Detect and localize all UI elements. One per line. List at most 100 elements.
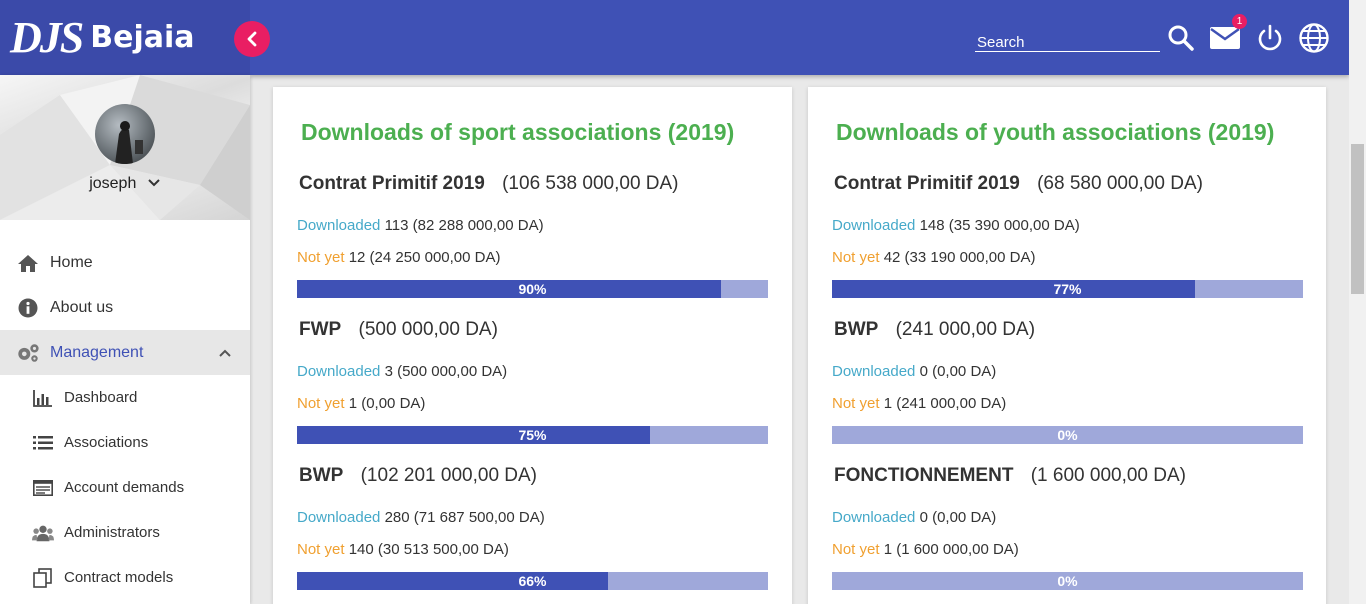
download-section: Contrat Primitif 2019 (106 538 000,00 DA… xyxy=(297,173,768,298)
downloaded-stat: Downloaded 0 (0,00 DA) xyxy=(832,509,996,526)
chevron-down-icon xyxy=(148,179,160,187)
section-amount: (102 201 000,00 DA) xyxy=(360,465,538,486)
downloaded-label: Downloaded xyxy=(297,363,381,380)
not-yet-stat: Not yet 140 (30 513 500,00 DA) xyxy=(297,541,509,558)
not-yet-value: 140 (30 513 500,00 DA) xyxy=(348,541,509,558)
progress-label: 66% xyxy=(518,573,547,589)
power-icon[interactable] xyxy=(1254,22,1286,54)
not-yet-value: 12 (24 250 000,00 DA) xyxy=(348,249,501,266)
sidebar-item-label: Contract models xyxy=(64,569,174,586)
list-icon xyxy=(32,433,54,453)
info-icon xyxy=(16,297,40,319)
not-yet-label: Not yet xyxy=(832,541,880,558)
sidebar-item-label: Management xyxy=(50,343,144,361)
gears-icon xyxy=(16,342,40,364)
scrollbar-thumb[interactable] xyxy=(1351,144,1364,294)
mail-icon[interactable]: 1 xyxy=(1209,14,1247,54)
avatar[interactable] xyxy=(95,104,155,164)
not-yet-label: Not yet xyxy=(832,395,880,412)
sidebar-item-administrators[interactable]: Administrators xyxy=(0,510,250,555)
sidebar-item-label: Dashboard xyxy=(64,389,138,406)
downloaded-value: 3 (500 000,00 DA) xyxy=(384,363,508,380)
sidebar-item-associations[interactable]: Associations xyxy=(0,420,250,465)
sidebar-item-dashboard[interactable]: Dashboard xyxy=(0,375,250,420)
progress-bar: 90% xyxy=(297,280,768,298)
progress-bar: 0% xyxy=(832,572,1303,590)
sidebar: joseph Home About us Management Dashboar… xyxy=(0,75,250,604)
section-name: BWP xyxy=(299,465,344,486)
sidebar-item-label: Associations xyxy=(64,434,149,451)
bar-chart-icon xyxy=(32,388,54,408)
progress-label: 90% xyxy=(518,281,547,297)
card-title: Downloads of youth associations (2019) xyxy=(836,119,1275,145)
sidebar-item-home[interactable]: Home xyxy=(0,240,250,285)
username: joseph xyxy=(89,175,137,192)
top-bar: 1 xyxy=(250,0,1349,75)
sidebar-item-management[interactable]: Management xyxy=(0,330,250,375)
search-icon[interactable] xyxy=(1165,22,1197,54)
sidebar-item-account-demands[interactable]: Account demands xyxy=(0,465,250,510)
chevron-left-icon xyxy=(247,31,257,47)
downloaded-stat: Downloaded 3 (500 000,00 DA) xyxy=(297,363,507,380)
sidebar-item-label: Account demands xyxy=(64,479,185,496)
progress-bar: 75% xyxy=(297,426,768,444)
progress-bar: 0% xyxy=(832,426,1303,444)
sidebar-collapse-button[interactable] xyxy=(234,21,270,57)
downloaded-value: 280 (71 687 500,00 DA) xyxy=(384,509,545,526)
page-scrollbar[interactable] xyxy=(1349,0,1366,604)
username-dropdown[interactable]: joseph xyxy=(0,175,250,193)
not-yet-stat: Not yet 1 (1 600 000,00 DA) xyxy=(832,541,1019,558)
section-name: FONCTIONNEMENT xyxy=(834,465,1014,486)
sidebar-item-contract-models[interactable]: Contract models xyxy=(0,555,250,600)
search-input[interactable] xyxy=(975,30,1160,52)
progress-label: 75% xyxy=(518,427,547,443)
sidebar-item-label: Home xyxy=(50,253,93,271)
section-amount: (241 000,00 DA) xyxy=(895,319,1036,340)
form-icon xyxy=(32,478,54,498)
profile-panel: joseph xyxy=(0,75,250,220)
download-section: BWP (241 000,00 DA) Downloaded 0 (0,00 D… xyxy=(832,319,1303,444)
sidebar-item-label: About us xyxy=(50,298,114,316)
not-yet-value: 1 (0,00 DA) xyxy=(348,395,426,412)
download-section: FONCTIONNEMENT (1 600 000,00 DA) Downloa… xyxy=(832,465,1303,590)
search-box[interactable] xyxy=(975,30,1160,52)
sidebar-item-about[interactable]: About us xyxy=(0,285,250,330)
home-icon xyxy=(16,252,40,274)
section-name: FWP xyxy=(299,319,342,340)
progress-label: 0% xyxy=(1057,573,1078,589)
downloaded-value: 113 (82 288 000,00 DA) xyxy=(384,217,544,234)
not-yet-value: 1 (1 600 000,00 DA) xyxy=(883,541,1019,558)
downloaded-stat: Downloaded 0 (0,00 DA) xyxy=(832,363,996,380)
section-amount: (106 538 000,00 DA) xyxy=(502,173,679,194)
download-section: FWP (500 000,00 DA) Downloaded 3 (500 00… xyxy=(297,319,768,444)
not-yet-value: 42 (33 190 000,00 DA) xyxy=(883,249,1036,266)
downloaded-label: Downloaded xyxy=(832,217,916,234)
chevron-up-icon xyxy=(219,349,231,357)
progress-label: 77% xyxy=(1053,281,1082,297)
users-icon xyxy=(32,523,54,543)
downloaded-stat: Downloaded 113 (82 288 000,00 DA) xyxy=(297,217,544,234)
section-name: Contrat Primitif 2019 xyxy=(834,173,1020,194)
download-section: Contrat Primitif 2019 (68 580 000,00 DA)… xyxy=(832,173,1303,298)
progress-bar: 77% xyxy=(832,280,1303,298)
downloaded-value: 0 (0,00 DA) xyxy=(919,509,997,526)
downloaded-label: Downloaded xyxy=(832,509,916,526)
downloaded-label: Downloaded xyxy=(297,217,381,234)
not-yet-label: Not yet xyxy=(297,395,345,412)
progress-label: 0% xyxy=(1057,427,1078,443)
not-yet-stat: Not yet 12 (24 250 000,00 DA) xyxy=(297,249,500,266)
sport-downloads-card: Downloads of sport associations (2019) C… xyxy=(273,87,792,604)
app-name: Bejaia xyxy=(90,20,195,55)
card-title: Downloads of sport associations (2019) xyxy=(301,119,735,145)
notification-badge: 1 xyxy=(1232,14,1247,29)
globe-icon[interactable] xyxy=(1298,22,1330,54)
section-name: Contrat Primitif 2019 xyxy=(299,173,485,194)
not-yet-label: Not yet xyxy=(297,541,345,558)
logo-mark: DJS xyxy=(10,13,84,62)
section-amount: (1 600 000,00 DA) xyxy=(1030,465,1186,486)
downloaded-label: Downloaded xyxy=(297,509,381,526)
not-yet-label: Not yet xyxy=(832,249,880,266)
logo-area[interactable]: DJS Bejaia xyxy=(0,0,250,75)
sidebar-menu: Home About us Management Dashboard Assoc… xyxy=(0,220,250,600)
downloaded-label: Downloaded xyxy=(832,363,916,380)
